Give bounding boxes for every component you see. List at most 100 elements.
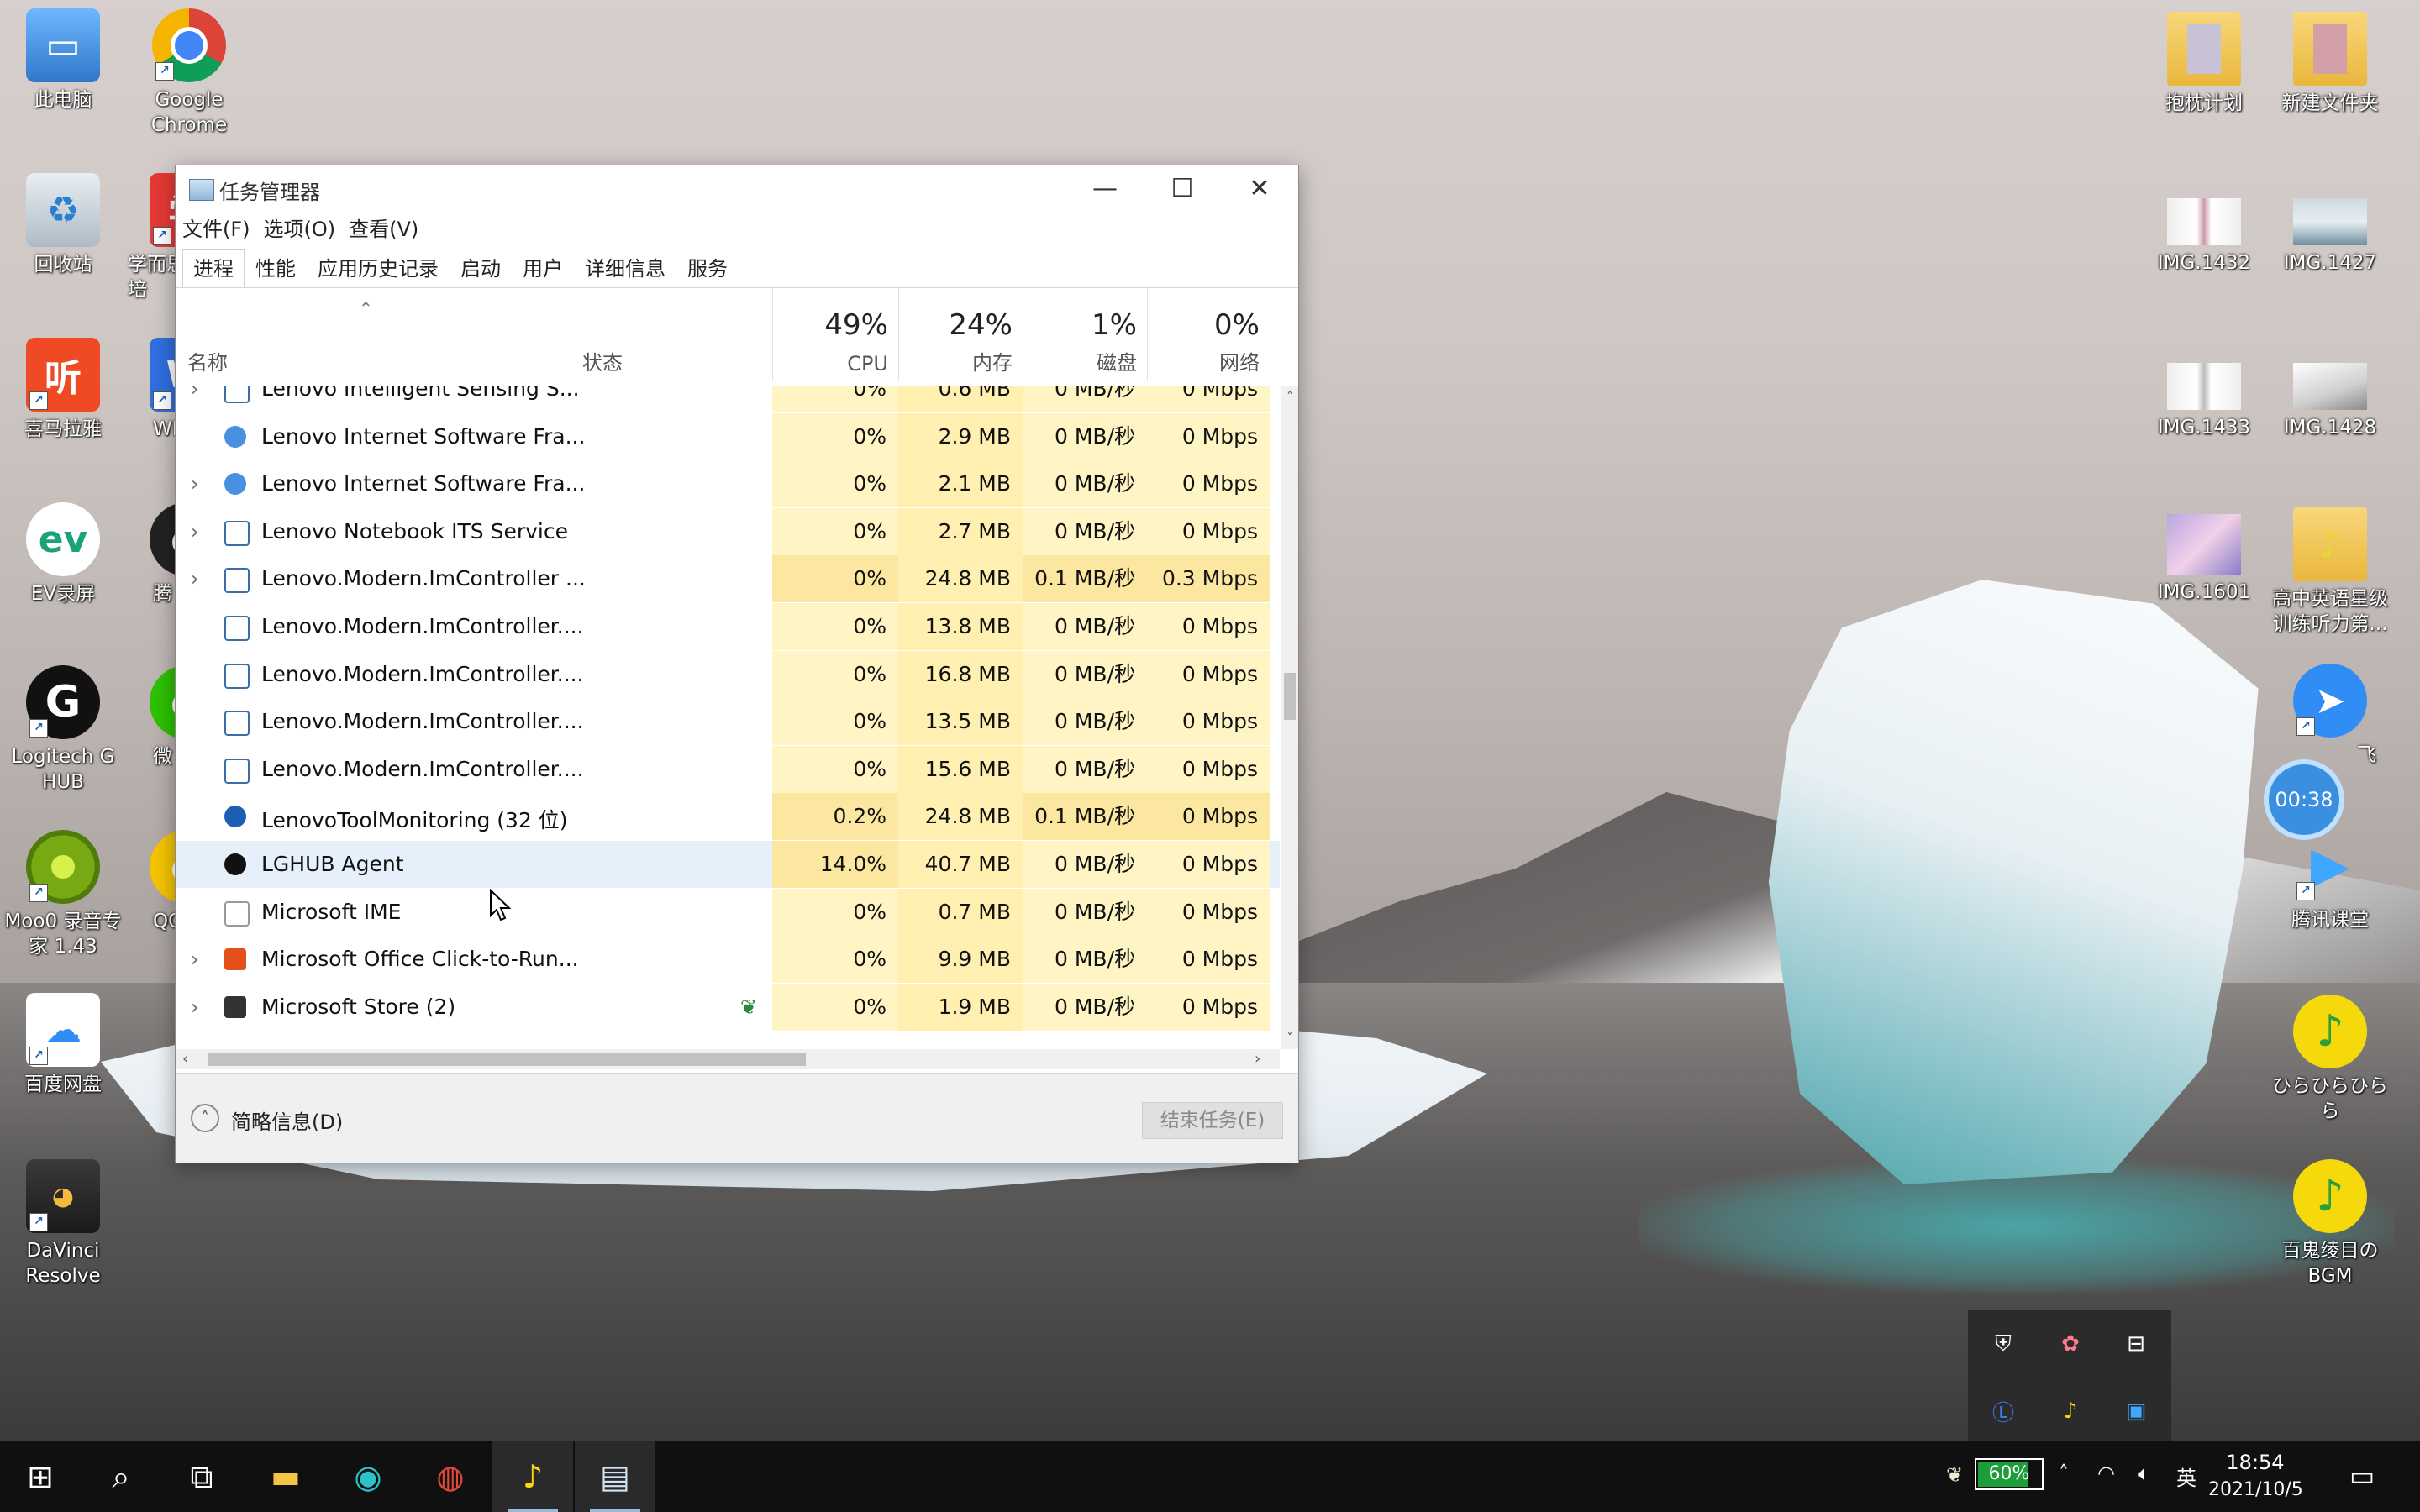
task-view-icon[interactable]: ⧉ bbox=[161, 1441, 242, 1512]
expand-chevron-icon[interactable]: › bbox=[191, 995, 199, 1019]
menu-options[interactable]: 选项(O) bbox=[257, 211, 343, 248]
desktop-icon-folder-baozhen[interactable]: 抱枕计划 bbox=[2141, 12, 2267, 116]
process-row[interactable]: › Lenovo Intelligent Sensing S... 0% 0.6 MB… bbox=[176, 386, 1280, 412]
chevron-up-icon[interactable]: ˄ bbox=[191, 1104, 219, 1132]
desktop-icon-img-1427[interactable]: IMG.1427 bbox=[2267, 198, 2393, 276]
task-manager-icon[interactable]: ▤ bbox=[575, 1441, 655, 1512]
desktop-icon-hyakki-bgm[interactable]: ♪ 百鬼绫目の BGM bbox=[2267, 1159, 2393, 1289]
music-file-icon: ♪ bbox=[2293, 995, 2367, 1068]
desktop-icon-this-pc[interactable]: ▭ 此电脑 bbox=[0, 8, 126, 113]
desktop-icon-hirahira[interactable]: ♪ ひらひらひら ら bbox=[2267, 995, 2393, 1124]
tab-app-history[interactable]: 应用历史记录 bbox=[307, 249, 450, 288]
desktop-icon-img-1428[interactable]: IMG.1428 bbox=[2267, 363, 2393, 440]
power-manager-icon[interactable]: ⊟ bbox=[2119, 1327, 2153, 1361]
column-memory[interactable]: 24% 内存 bbox=[898, 288, 1023, 381]
desktop-icon-tencent-classroom[interactable]: ▶ ↗ 腾讯课堂 bbox=[2267, 828, 2393, 932]
flower-app-icon[interactable]: ✿ bbox=[2054, 1327, 2087, 1361]
tab-services[interactable]: 服务 bbox=[676, 249, 739, 288]
lenovo-service-tray-icon[interactable]: ▣ bbox=[2119, 1394, 2153, 1428]
desktop-icon-logitech-ghub[interactable]: G ↗ Logitech G HUB bbox=[0, 665, 126, 795]
scroll-left-icon[interactable]: ‹ bbox=[182, 1049, 188, 1069]
file-explorer-icon[interactable]: ▬ bbox=[245, 1441, 326, 1512]
search-icon[interactable]: ⌕ bbox=[81, 1441, 161, 1512]
desktop-icon-img-1433[interactable]: IMG.1433 bbox=[2141, 363, 2267, 440]
column-network[interactable]: 0% 网络 bbox=[1147, 288, 1270, 381]
scroll-right-icon[interactable]: › bbox=[1255, 1049, 1260, 1069]
tab-startup[interactable]: 启动 bbox=[450, 249, 512, 288]
edge-icon[interactable]: ◉ bbox=[328, 1441, 408, 1512]
end-task-button[interactable]: 结束任务(E) bbox=[1142, 1102, 1283, 1139]
expand-chevron-icon[interactable]: › bbox=[191, 472, 199, 496]
expand-chevron-icon[interactable]: › bbox=[191, 386, 199, 401]
maximize-button[interactable]: ☐ bbox=[1144, 165, 1221, 211]
column-name[interactable]: 名称 bbox=[176, 288, 571, 381]
wifi-icon[interactable]: ◠ bbox=[2097, 1462, 2115, 1485]
column-cpu[interactable]: 49% CPU bbox=[772, 288, 899, 381]
notification-center-icon[interactable]: ▭ bbox=[2349, 1460, 2375, 1492]
desktop-icon-davinci[interactable]: ◕ ↗ DaVinci Resolve bbox=[0, 1159, 126, 1289]
floating-timer[interactable]: 00:38 bbox=[2264, 759, 2344, 840]
desktop-icon-ev-recorder[interactable]: ev EV录屏 bbox=[0, 502, 126, 606]
process-row[interactable]: LGHUB Agent 14.0% 40.7 MB 0 MB/秒 0 Mbps bbox=[176, 841, 1280, 888]
expand-chevron-icon[interactable]: › bbox=[191, 520, 199, 543]
process-row[interactable]: Lenovo Internet Software Fra... 0% 2.9 MB 0… bbox=[176, 412, 1280, 460]
leaf-power-icon[interactable]: ❦ bbox=[1946, 1463, 1963, 1487]
tab-processes[interactable]: 进程 bbox=[182, 249, 245, 288]
menu-view[interactable]: 查看(V) bbox=[342, 211, 425, 248]
start-icon[interactable]: ⊞ bbox=[0, 1441, 81, 1512]
security-shield-icon[interactable]: ⛨ bbox=[1986, 1327, 2020, 1361]
tab-users[interactable]: 用户 bbox=[512, 249, 574, 288]
process-row[interactable]: Lenovo.Modern.ImController.... 0% 13.8 MB 0… bbox=[176, 603, 1280, 650]
lenovo-gear-icon bbox=[224, 425, 246, 448]
process-cpu: 0% bbox=[772, 507, 898, 555]
process-row[interactable]: Lenovo.Modern.ImController.... 0% 15.6 MB 0… bbox=[176, 745, 1280, 793]
battery-indicator[interactable]: 60% bbox=[1975, 1458, 2044, 1490]
process-row[interactable]: Microsoft IME 0% 0.7 MB 0 MB/秒 0 Mbps bbox=[176, 888, 1280, 936]
desktop-icon-recycle-bin[interactable]: ♻ 回收站 bbox=[0, 173, 126, 277]
desktop-icon-baidu-netdisk[interactable]: ☁ ↗ 百度网盘 bbox=[0, 993, 126, 1097]
vertical-scrollbar[interactable]: ˄ ˅ bbox=[1281, 386, 1298, 1049]
scroll-up-icon[interactable]: ˄ bbox=[1281, 389, 1298, 405]
title-bar[interactable]: 任务管理器 — ☐ ✕ bbox=[176, 165, 1298, 211]
horizontal-scrollbar[interactable]: ‹ › bbox=[176, 1049, 1280, 1069]
minimize-button[interactable]: — bbox=[1066, 165, 1144, 211]
tab-performance[interactable]: 性能 bbox=[245, 249, 307, 288]
scrollbar-thumb[interactable] bbox=[208, 1053, 806, 1066]
clock[interactable]: 18:54 2021/10/5 bbox=[2208, 1448, 2303, 1504]
chrome-icon[interactable]: ◍ bbox=[410, 1441, 491, 1512]
desktop-icon-img-1601[interactable]: IMG.1601 bbox=[2141, 514, 2267, 605]
fewer-details-link[interactable]: 简略信息(D) bbox=[231, 1105, 343, 1135]
process-row[interactable]: › Microsoft Office Click-to-Run... 0% 9.9 M… bbox=[176, 936, 1280, 984]
tray-expand-icon[interactable]: ˄ bbox=[2059, 1462, 2069, 1485]
desktop-icon-moo0[interactable]: ↗ Moo0 录音专 家 1.43 bbox=[0, 830, 126, 959]
expand-chevron-icon[interactable]: › bbox=[191, 948, 199, 971]
desktop-icon-feishu[interactable]: ➤ ↗ 飞 bbox=[2267, 664, 2393, 768]
column-status[interactable]: 状态 bbox=[571, 288, 773, 381]
process-row[interactable]: LenovoToolMonitoring (32 位) 0.2% 24.8 MB 0.… bbox=[176, 793, 1280, 841]
feishu-icon: ➤ ↗ bbox=[2293, 664, 2367, 738]
process-row[interactable]: › Lenovo Internet Software Fra... 0% 2.1 MB… bbox=[176, 460, 1280, 508]
desktop-icon-img-1432[interactable]: IMG.1432 bbox=[2141, 198, 2267, 276]
scroll-down-icon[interactable]: ˅ bbox=[1281, 1030, 1298, 1046]
qq-music-tray-icon[interactable]: ♪ bbox=[2054, 1394, 2087, 1428]
desktop-icon-folder-new[interactable]: 新建文件夹 bbox=[2267, 12, 2393, 116]
close-button[interactable]: ✕ bbox=[1221, 165, 1298, 211]
scrollbar-thumb[interactable] bbox=[1284, 673, 1296, 720]
volume-icon[interactable]: 🔈︎ bbox=[2138, 1462, 2149, 1485]
process-row[interactable]: › Microsoft Store (2) ❦ 0% 1.9 MB 0 MB/秒 0 Mbp… bbox=[176, 983, 1280, 1031]
desktop-icon-chrome[interactable]: ↗ Google Chrome bbox=[126, 8, 252, 138]
lenovo-l-icon[interactable]: Ⓛ bbox=[1986, 1394, 2020, 1428]
process-memory: 0.6 MB bbox=[898, 386, 1023, 412]
menu-file[interactable]: 文件(F) bbox=[176, 211, 257, 248]
process-row[interactable]: Lenovo.Modern.ImController.... 0% 13.5 MB 0… bbox=[176, 698, 1280, 746]
tab-details[interactable]: 详细信息 bbox=[574, 249, 676, 288]
desktop-icon-ximalaya[interactable]: 听 ↗ 喜马拉雅 bbox=[0, 338, 126, 442]
qq-music-icon[interactable]: ♪ bbox=[492, 1441, 573, 1512]
desktop-icon-english-listening[interactable]: ♪ 高中英语星级 训练听力第... bbox=[2267, 507, 2393, 637]
expand-chevron-icon[interactable]: › bbox=[191, 567, 199, 591]
process-row[interactable]: › Lenovo.Modern.ImController ... 0% 24.8 MB… bbox=[176, 555, 1280, 603]
process-row[interactable]: Lenovo.Modern.ImController.... 0% 16.8 MB 0… bbox=[176, 650, 1280, 698]
process-row[interactable]: › Lenovo Notebook ITS Service 0% 2.7 MB 0 MB… bbox=[176, 507, 1280, 555]
column-disk[interactable]: 1% 磁盘 bbox=[1023, 288, 1148, 381]
ime-indicator[interactable]: 英 bbox=[2176, 1462, 2196, 1491]
